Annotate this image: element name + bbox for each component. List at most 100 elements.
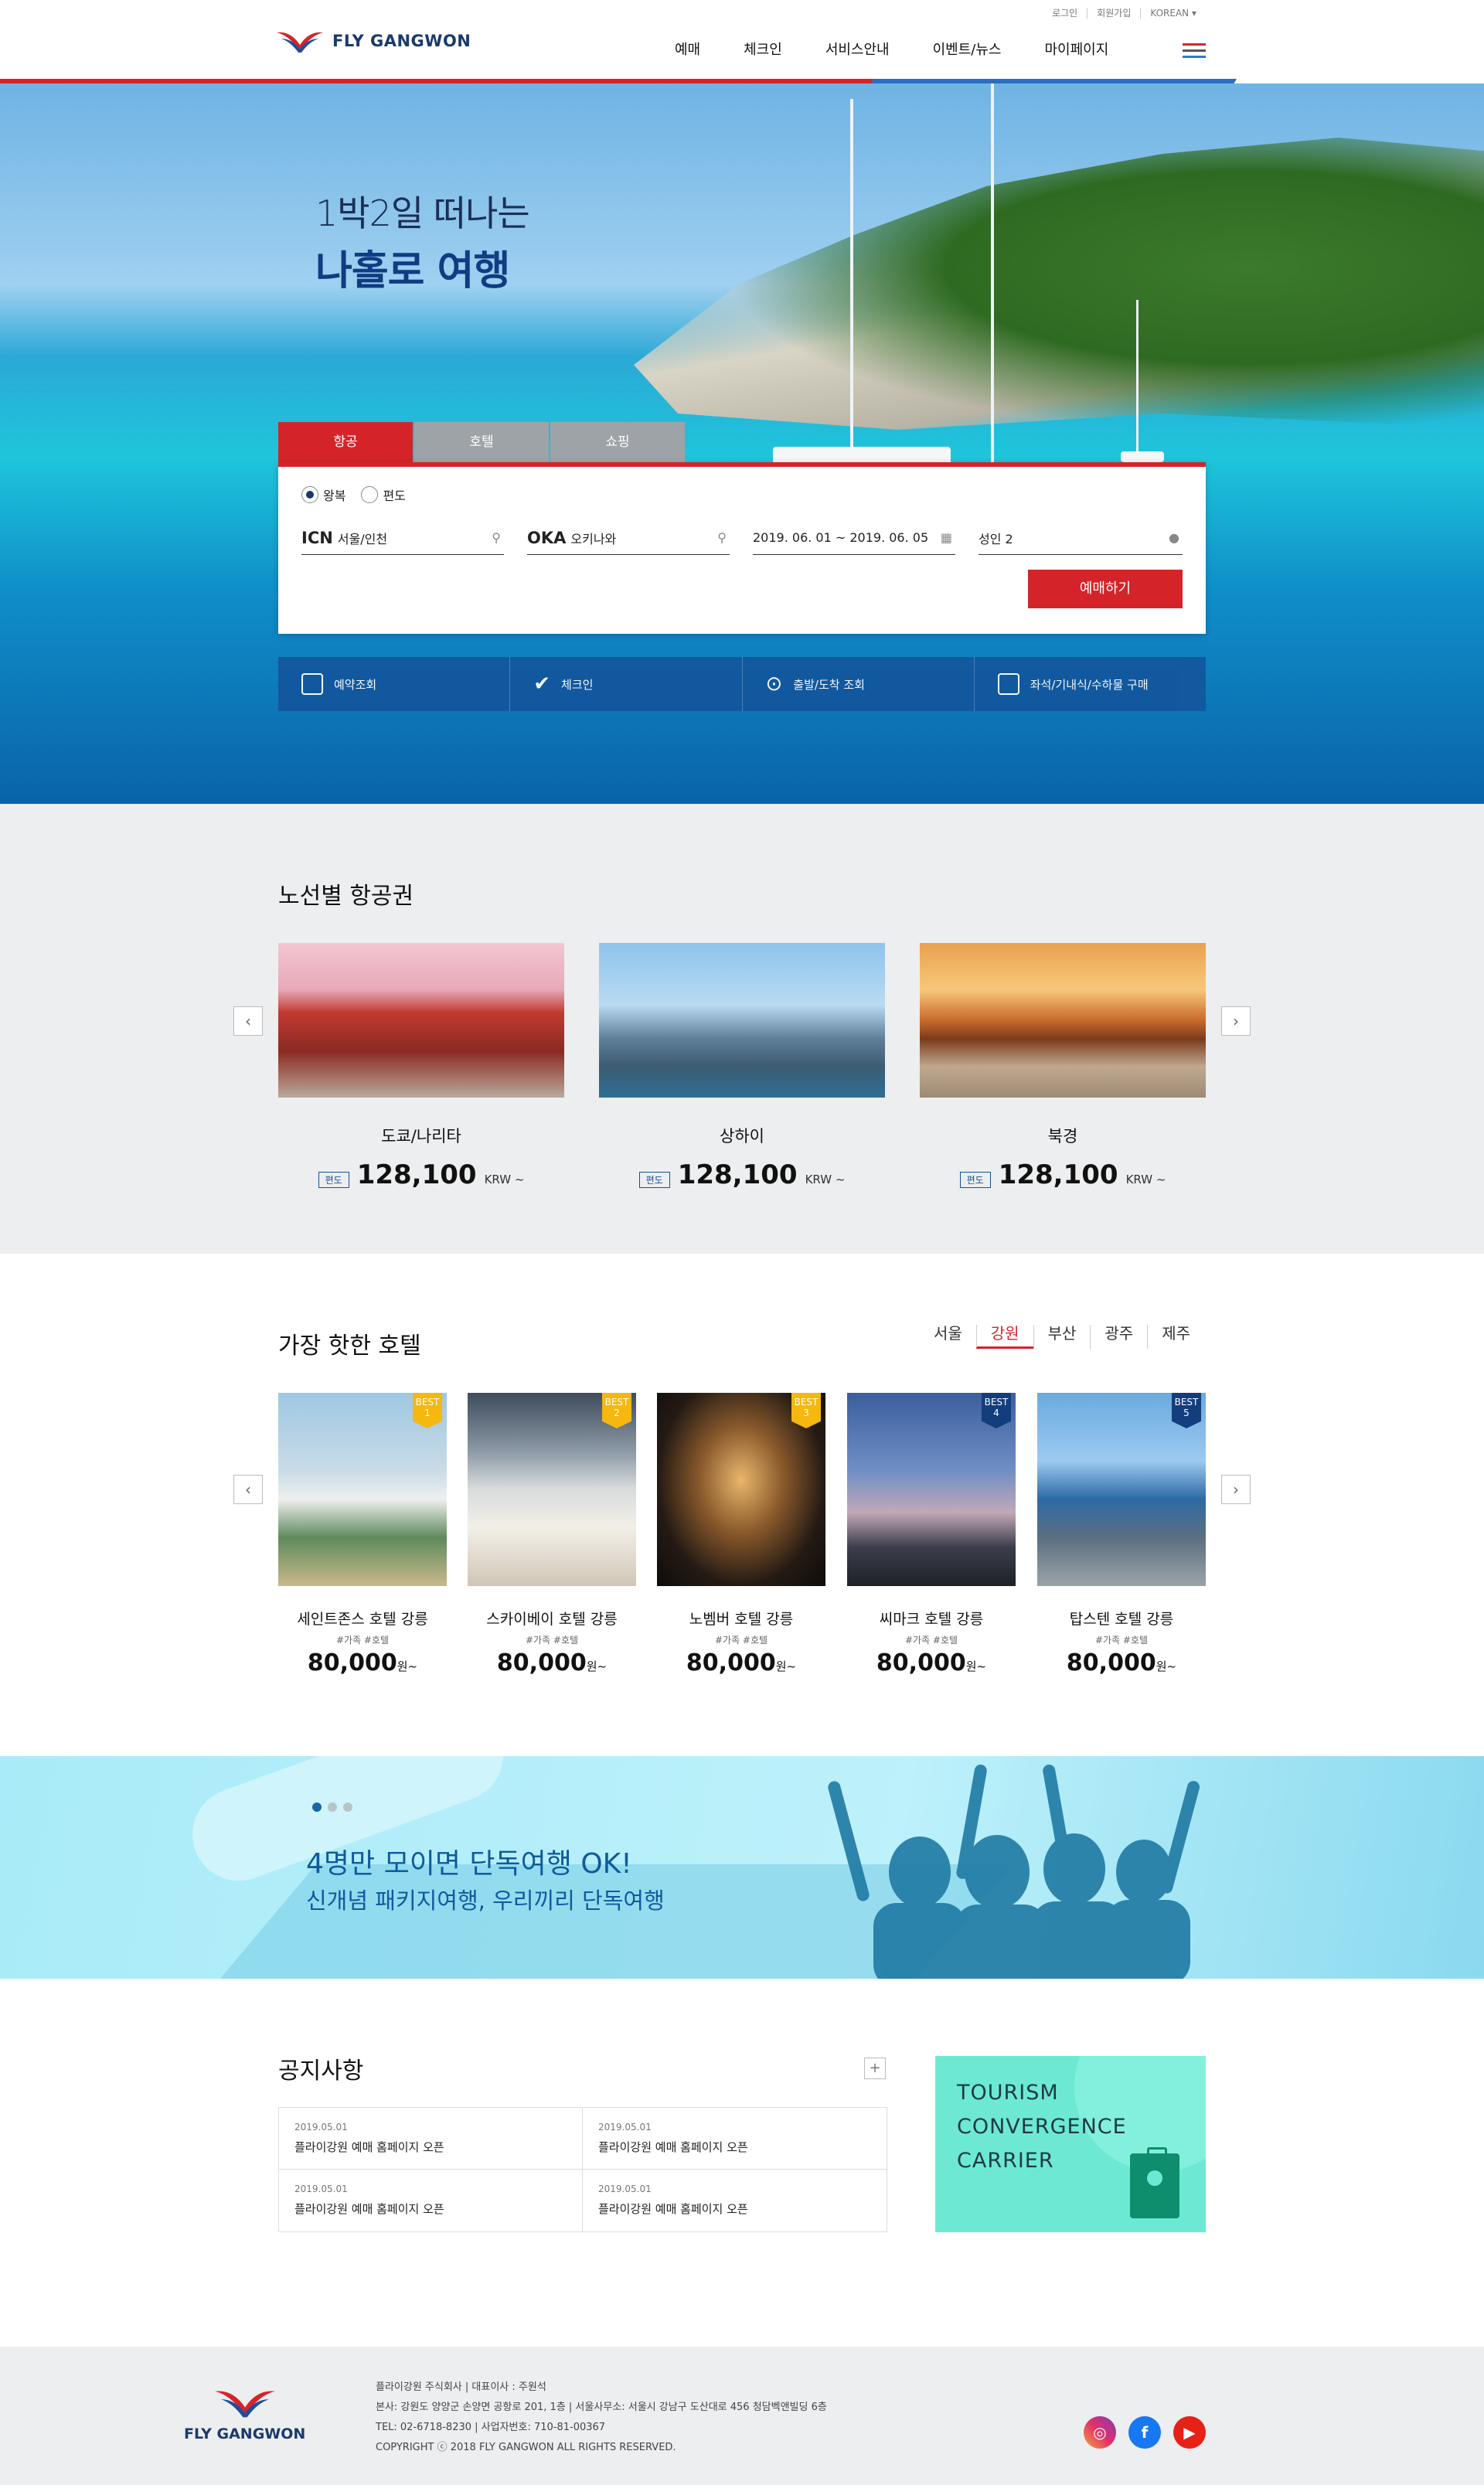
best-badge: BEST 3	[791, 1393, 821, 1428]
book-button[interactable]: 예매하기	[1028, 570, 1183, 608]
best-badge: BEST 5	[1172, 1393, 1201, 1428]
tcc-text: TOURISM CONVERGENCE CARRIER	[957, 2076, 1127, 2178]
booking-tabs: 항공 호텔 쇼핑	[278, 422, 686, 462]
route-card[interactable]: 북경 편도 128,100 KRW ~	[920, 943, 1206, 1190]
tab-shopping[interactable]: 쇼핑	[550, 422, 685, 462]
chevron-right-icon[interactable]: ›	[1221, 1006, 1251, 1036]
notice-item[interactable]: 2019.05.01 플라이강원 예매 홈페이지 오픈	[279, 2170, 583, 2231]
tcc-line3: CARRIER	[957, 2149, 1054, 2173]
chevron-left-icon[interactable]: ‹	[233, 1475, 263, 1504]
pagination-dot[interactable]	[328, 1802, 337, 1812]
route-card[interactable]: 상하이 편도 128,100 KRW ~	[599, 943, 885, 1190]
route-tag: 편도	[638, 1172, 670, 1188]
hotel-name: 탑스텐 호텔 강릉	[1069, 1611, 1174, 1628]
badge-label: BEST	[415, 1397, 440, 1408]
notice-item[interactable]: 2019.05.01 플라이강원 예매 홈페이지 오픈	[279, 2108, 583, 2170]
banner-subtitle: 신개념 패키지여행, 우리끼리 단독여행	[306, 1888, 665, 1914]
login-link[interactable]: 로그인	[1043, 8, 1087, 19]
notice-date: 2019.05.01	[294, 2122, 348, 2133]
hotel-image: BEST 1	[278, 1393, 447, 1586]
city-tab-seoul[interactable]: 서울	[920, 1325, 976, 1349]
badge-rank: 3	[803, 1408, 809, 1418]
language-select[interactable]: KOREAN ▾	[1140, 8, 1206, 19]
hotel-name: 세인트존스 호텔 강릉	[297, 1611, 428, 1628]
instagram-icon[interactable]: ◎	[1084, 2416, 1116, 2449]
quick-reservation[interactable]: 예약조회	[278, 657, 511, 711]
footer-copyright: COPYRIGHT ⓒ 2018 FLY GANGWON ALL RIGHTS …	[376, 2442, 676, 2453]
header: 로그인 회원가입 KOREAN ▾ FLY GANGWON 예매 체크인 서비스…	[0, 0, 1484, 80]
badge-rank: 4	[993, 1408, 999, 1418]
footer-contact: TEL: 02-6718-8230 | 사업자번호: 710-81-00367	[376, 2422, 606, 2433]
chevron-right-icon[interactable]: ›	[1221, 1475, 1251, 1504]
arrival-field[interactable]: OKA 오키나와 ⚲	[527, 521, 730, 555]
notice-title: 공지사항	[278, 2058, 364, 2085]
hotel-card[interactable]: BEST 4 씨마크 호텔 강릉 #가족 #호텔 80,000원~	[847, 1393, 1016, 1677]
hotel-price: 80,000	[496, 1649, 587, 1677]
promo-banner[interactable]: 4명만 모이면 단독여행 OK! 신개념 패키지여행, 우리끼리 단독여행	[0, 1756, 1484, 1979]
chevron-left-icon[interactable]: ‹	[233, 1006, 263, 1036]
wing-logo-icon	[214, 2391, 275, 2418]
quick-reservation-label: 예약조회	[334, 677, 377, 692]
nav-booking[interactable]: 예매	[675, 39, 700, 59]
plus-icon[interactable]: +	[864, 2058, 886, 2079]
departure-code: ICN	[301, 528, 333, 547]
tcc-line1: TOURISM	[957, 2081, 1059, 2105]
city-tab-gwangju[interactable]: 광주	[1090, 1325, 1147, 1349]
quick-flight-status[interactable]: ⊙ 출발/도착 조회	[743, 657, 975, 711]
signup-link[interactable]: 회원가입	[1087, 8, 1140, 19]
tcc-banner[interactable]: TOURISM CONVERGENCE CARRIER	[935, 2056, 1206, 2232]
passenger-field[interactable]: 성인 2 ●	[979, 521, 1183, 555]
tokyo-image	[278, 943, 564, 1098]
logo[interactable]: FLY GANGWON	[275, 28, 471, 54]
quick-purchase[interactable]: 좌석/기내식/수하물 구매	[975, 657, 1206, 711]
trip-type: 왕복 편도	[301, 485, 406, 504]
nav-events[interactable]: 이벤트/뉴스	[933, 39, 1002, 59]
nav-checkin[interactable]: 체크인	[744, 39, 782, 59]
pagination-dot[interactable]	[343, 1802, 352, 1812]
city-tab-gangwon[interactable]: 강원	[975, 1325, 1033, 1349]
departure-field[interactable]: ICN 서울/인천 ⚲	[301, 521, 504, 555]
sailboat-mast	[850, 99, 853, 462]
date-field[interactable]: 2019. 06. 01 ~ 2019. 06. 05 ▦	[753, 521, 955, 555]
banner-pagination	[312, 1802, 352, 1812]
hotel-card[interactable]: BEST 5 탑스텐 호텔 강릉 #가족 #호텔 80,000원~	[1037, 1393, 1206, 1677]
tab-hotel[interactable]: 호텔	[414, 422, 549, 462]
hotel-price-unit: 원~	[775, 1660, 797, 1673]
sailboat-mast	[991, 83, 994, 516]
nav-mypage[interactable]: 마이페이지	[1045, 39, 1109, 59]
hotel-price: 80,000	[876, 1649, 966, 1677]
passenger-count: 성인 2	[979, 531, 1013, 546]
footer-logo[interactable]: FLY GANGWON	[184, 2385, 305, 2442]
oneway-label: 편도	[383, 488, 406, 503]
hotel-card[interactable]: BEST 3 노벰버 호텔 강릉 #가족 #호텔 80,000원~	[657, 1393, 825, 1677]
hotel-tags: #가족 #호텔	[335, 1635, 390, 1646]
check-icon: ✔	[533, 672, 551, 696]
city-tab-busan[interactable]: 부산	[1033, 1325, 1091, 1349]
people-illustration	[828, 1764, 1200, 1979]
notice-item[interactable]: 2019.05.01 플라이강원 예매 홈페이지 오픈	[583, 2108, 887, 2170]
route-tag: 편도	[318, 1172, 349, 1188]
notice-text: 플라이강원 예매 홈페이지 오픈	[598, 2140, 748, 2154]
oneway-radio[interactable]: 편도	[361, 485, 406, 504]
route-card[interactable]: 도쿄/나리타 편도 128,100 KRW ~	[278, 943, 564, 1190]
route-city: 상하이	[720, 1127, 764, 1145]
roundtrip-radio[interactable]: 왕복	[301, 485, 345, 504]
nav-service[interactable]: 서비스안내	[825, 39, 890, 59]
departure-city: 서울/인천	[337, 531, 388, 546]
menu-icon[interactable]	[1183, 43, 1206, 59]
facebook-icon[interactable]: f	[1128, 2416, 1161, 2449]
city-tab-jeju[interactable]: 제주	[1147, 1325, 1204, 1349]
hero-title-line2: 나홀로 여행	[315, 248, 510, 294]
notice-item[interactable]: 2019.05.01 플라이강원 예매 홈페이지 오픈	[583, 2170, 887, 2231]
hotel-card[interactable]: BEST 2 스카이베이 호텔 강릉 #가족 #호텔 80,000원~	[468, 1393, 636, 1677]
arrival-code: OKA	[527, 528, 567, 547]
youtube-icon[interactable]: ▶	[1173, 2416, 1206, 2449]
beijing-image	[920, 943, 1206, 1098]
location-pin-icon: ⊙	[765, 672, 783, 696]
hotel-card[interactable]: BEST 1 세인트존스 호텔 강릉 #가족 #호텔 80,000원~	[278, 1393, 447, 1677]
quick-checkin[interactable]: ✔ 체크인	[510, 657, 743, 711]
pagination-dot[interactable]	[312, 1802, 322, 1812]
route-unit: KRW ~	[805, 1173, 846, 1186]
badge-rank: 2	[614, 1408, 620, 1418]
tab-flight[interactable]: 항공	[278, 422, 413, 462]
